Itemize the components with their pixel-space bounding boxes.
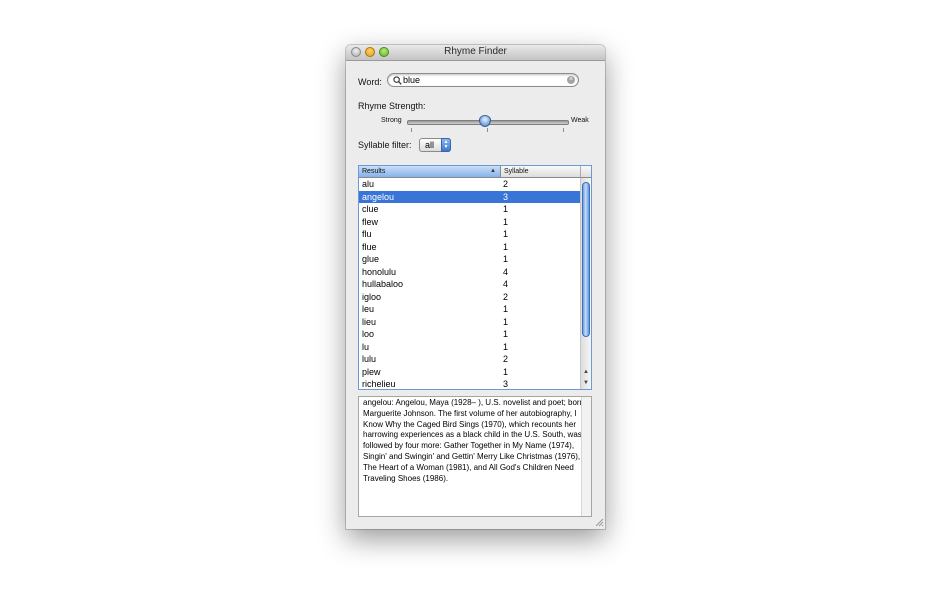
result-word-cell: leu xyxy=(362,304,375,314)
results-scroll-thumb[interactable] xyxy=(582,182,590,337)
window-title: Rhyme Finder xyxy=(444,46,507,57)
rhyme-strength-label: Rhyme Strength: xyxy=(358,101,426,111)
definition-panel[interactable]: angelou: Angelou, Maya (1928– ), U.S. no… xyxy=(358,396,592,517)
syllable-count-cell: 4 xyxy=(503,279,509,289)
table-row[interactable]: flue 1 xyxy=(359,241,580,254)
results-column-header[interactable]: Results ▲ xyxy=(359,166,501,177)
resize-grip-icon[interactable] xyxy=(594,517,604,527)
syllable-filter-value: all xyxy=(425,140,435,150)
table-row[interactable]: clue 1 xyxy=(359,203,580,216)
slider-tick xyxy=(563,128,564,132)
slider-tick xyxy=(411,128,412,132)
table-row[interactable]: alu 2 xyxy=(359,178,580,191)
result-word-cell: flue xyxy=(362,241,377,252)
weak-label: Weak xyxy=(571,117,589,124)
results-scrollbar[interactable]: ▲ ▼ xyxy=(580,178,591,389)
sort-ascending-icon: ▲ xyxy=(490,168,496,174)
table-row[interactable]: loo 1 xyxy=(359,328,580,341)
table-row[interactable]: hullabaloo 4 xyxy=(359,278,580,291)
result-word-cell: lulu xyxy=(362,354,377,364)
table-row[interactable]: lu 1 xyxy=(359,341,580,354)
syllable-count-cell: 1 xyxy=(503,254,509,264)
syllable-header-label: Syllable xyxy=(504,168,529,175)
syllable-count-cell: 3 xyxy=(503,191,509,202)
table-row[interactable]: flu 1 xyxy=(359,228,580,241)
result-word-cell: lu xyxy=(362,341,370,352)
syllable-count-cell: 2 xyxy=(503,291,509,302)
table-row[interactable]: flew 1 xyxy=(359,216,580,229)
syllable-filter-popup[interactable]: all ▲ ▼ xyxy=(419,138,451,152)
table-row[interactable]: glue 1 xyxy=(359,253,580,266)
syllable-column-header[interactable]: Syllable xyxy=(501,166,581,177)
syllable-count-cell: 1 xyxy=(503,216,509,227)
slider-tick xyxy=(487,128,488,132)
table-row[interactable]: lulu 2 xyxy=(359,353,580,366)
strong-label: Strong xyxy=(381,117,402,124)
syllable-count-cell: 1 xyxy=(503,366,509,377)
result-word-cell: clue xyxy=(362,204,379,214)
result-word-cell: richelieu xyxy=(362,379,396,389)
word-search-field[interactable]: blue × xyxy=(387,73,579,87)
table-row[interactable]: lieu 1 xyxy=(359,316,580,329)
result-word-cell: hullabaloo xyxy=(362,279,404,289)
results-header-label: Results xyxy=(362,168,386,175)
scroll-down-arrow-icon[interactable]: ▼ xyxy=(581,378,591,388)
syllable-count-cell: 4 xyxy=(503,266,509,277)
table-row[interactable]: leu 1 xyxy=(359,303,580,316)
syllable-count-cell: 1 xyxy=(503,204,509,214)
syllable-count-cell: 3 xyxy=(503,379,509,389)
syllable-count-cell: 1 xyxy=(503,329,509,339)
result-word-cell: plew xyxy=(362,366,381,377)
result-word-cell: igloo xyxy=(362,291,382,302)
syllable-filter-label: Syllable filter: xyxy=(358,140,412,150)
results-table[interactable]: Results ▲ Syllable alu 2 angelou 3 clue 1 flew… xyxy=(358,165,592,390)
syllable-count-cell: 1 xyxy=(503,304,509,314)
result-word-cell: lieu xyxy=(362,316,377,327)
word-label: Word: xyxy=(358,77,382,87)
table-row[interactable]: igloo 2 xyxy=(359,291,580,304)
table-row[interactable]: honolulu 4 xyxy=(359,266,580,279)
syllable-count-cell: 1 xyxy=(503,316,509,327)
table-row[interactable]: richelieu 3 xyxy=(359,378,580,389)
title-bar[interactable]: Rhyme Finder xyxy=(346,45,605,61)
magnifier-icon xyxy=(393,76,402,85)
definition-scrollbar[interactable] xyxy=(581,397,591,516)
result-word-cell: flu xyxy=(362,229,372,239)
result-word-cell: glue xyxy=(362,254,380,264)
syllable-count-cell: 2 xyxy=(503,179,509,189)
result-word-cell: flew xyxy=(362,216,379,227)
definition-text: angelou: Angelou, Maya (1928– ), U.S. no… xyxy=(363,398,585,483)
popup-arrows-icon: ▲ ▼ xyxy=(441,138,451,152)
results-rows: alu 2 angelou 3 clue 1 flew 1 flu 1 flue 1 glue 1 hono… xyxy=(359,178,580,389)
table-row[interactable]: angelou 3 xyxy=(359,190,580,203)
clear-search-icon[interactable]: × xyxy=(567,76,575,84)
syllable-count-cell: 1 xyxy=(503,341,509,352)
table-header: Results ▲ Syllable xyxy=(359,166,591,178)
result-word-cell: loo xyxy=(362,329,375,339)
result-word-cell: angelou xyxy=(362,191,395,202)
syllable-count-cell: 1 xyxy=(503,241,509,252)
word-input-value[interactable]: blue xyxy=(403,74,420,86)
result-word-cell: alu xyxy=(362,179,375,189)
table-row[interactable]: plew 1 xyxy=(359,366,580,379)
syllable-count-cell: 1 xyxy=(503,229,509,239)
result-word-cell: honolulu xyxy=(362,266,397,277)
syllable-count-cell: 2 xyxy=(503,354,509,364)
scroll-up-arrow-icon[interactable]: ▲ xyxy=(581,367,591,377)
